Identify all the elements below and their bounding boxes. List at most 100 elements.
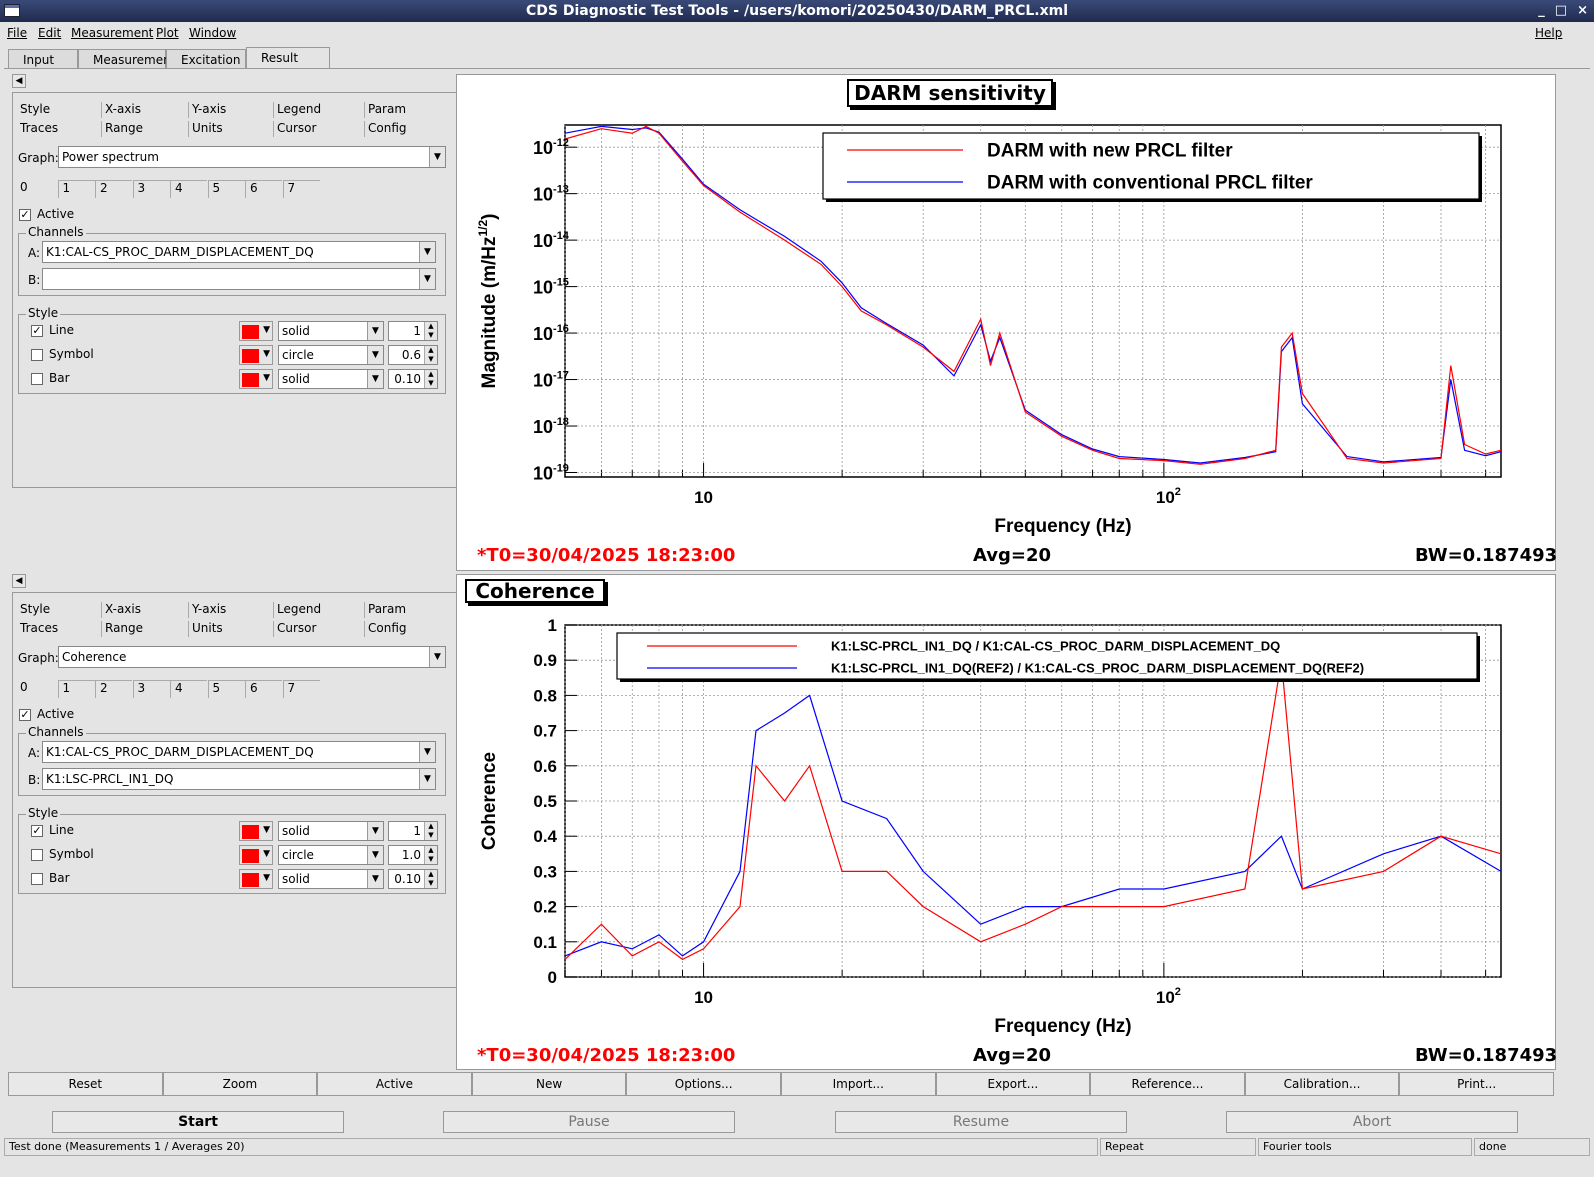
trace-tab-1[interactable]: 1 (57, 180, 95, 198)
graph-select[interactable]: Coherence ▼ (58, 646, 446, 668)
plot-pad-darm[interactable]: 10-12 10-13 10 -14 10-15 10-16 10-17 10-18 10-19… (456, 74, 1557, 571)
style-2-checkbox[interactable] (31, 373, 43, 385)
style-0-type-select[interactable]: solid ▼ (278, 321, 384, 341)
spinner-arrows-icon[interactable]: ▲ ▼ (424, 346, 437, 364)
spinner-arrows-icon[interactable]: ▲ ▼ (424, 322, 437, 340)
menu-window[interactable]: Window (189, 22, 236, 44)
export-button[interactable]: Export... (935, 1072, 1091, 1096)
chevron-down-icon[interactable]: ▼ (367, 846, 383, 864)
tab-measurement[interactable]: Measurement (78, 49, 175, 69)
menu-file[interactable]: File (7, 22, 27, 44)
color-swatch[interactable]: ▼ (239, 345, 273, 365)
subtab-0-0[interactable]: Style (20, 102, 50, 116)
trace-tab-2[interactable]: 2 (95, 180, 132, 198)
subtab-1-3[interactable]: Cursor (277, 121, 316, 135)
trace-tab-4[interactable]: 4 (170, 680, 207, 698)
chevron-down-icon[interactable]: ▼ (429, 647, 445, 667)
resume-button[interactable]: Resume (835, 1111, 1127, 1133)
color-swatch[interactable]: ▼ (239, 845, 273, 865)
tab-excitation[interactable]: Excitation (166, 49, 246, 69)
collapse-arrow-icon[interactable]: ◀ (12, 574, 26, 588)
style-2-size-spinner[interactable]: 0.10 ▲ ▼ (388, 369, 438, 389)
print-button[interactable]: Print... (1399, 1072, 1554, 1096)
style-1-type-select[interactable]: circle ▼ (278, 345, 384, 365)
trace-tab-3[interactable]: 3 (132, 680, 170, 698)
chevron-down-icon[interactable]: ▼ (367, 322, 383, 340)
menu-edit[interactable]: Edit (38, 22, 61, 44)
active-checkbox[interactable]: ✓ (19, 209, 31, 221)
spinner-arrows-icon[interactable]: ▲ ▼ (424, 370, 437, 388)
subtab-0-3[interactable]: Legend (277, 102, 321, 116)
style-1-size-spinner[interactable]: 1.0 ▲ ▼ (388, 845, 438, 865)
tab-input[interactable]: Input (8, 49, 78, 69)
style-0-type-select[interactable]: solid ▼ (278, 821, 384, 841)
style-1-size-spinner[interactable]: 0.6 ▲ ▼ (388, 345, 438, 365)
subtab-0-1[interactable]: X-axis (105, 102, 141, 116)
minimize-button[interactable]: _ (1538, 0, 1545, 22)
channel-a-select[interactable]: K1:CAL-CS_PROC_DARM_DISPLACEMENT_DQ ▼ (42, 741, 436, 763)
abort-button[interactable]: Abort (1226, 1111, 1518, 1133)
trace-tab-0[interactable]: 0 (20, 680, 28, 694)
import-button[interactable]: Import... (780, 1072, 936, 1096)
subtab-1-1[interactable]: Range (105, 121, 143, 135)
subtab-0-3[interactable]: Legend (277, 602, 321, 616)
graph-select[interactable]: Power spectrum ▼ (58, 146, 446, 168)
subtab-0-2[interactable]: Y-axis (192, 102, 226, 116)
close-button[interactable]: × (1577, 0, 1588, 22)
spinner-arrows-icon[interactable]: ▲ ▼ (424, 870, 437, 888)
subtab-0-2[interactable]: Y-axis (192, 602, 226, 616)
trace-tab-7[interactable]: 7 (282, 680, 320, 698)
channel-b-select[interactable]: ▼ (42, 268, 436, 290)
chevron-down-icon[interactable]: ▼ (419, 242, 435, 262)
trace-tab-2[interactable]: 2 (95, 680, 132, 698)
menu-plot[interactable]: Plot (156, 22, 179, 44)
channel-a-select[interactable]: K1:CAL-CS_PROC_DARM_DISPLACEMENT_DQ ▼ (42, 241, 436, 263)
style-0-checkbox[interactable]: ✓ (31, 825, 43, 837)
calibration-button[interactable]: Calibration... (1244, 1072, 1400, 1096)
trace-tab-1[interactable]: 1 (57, 680, 95, 698)
pause-button[interactable]: Pause (443, 1111, 735, 1133)
style-1-type-select[interactable]: circle ▼ (278, 845, 384, 865)
chevron-down-icon[interactable]: ▼ (367, 870, 383, 888)
spinner-arrows-icon[interactable]: ▲ ▼ (424, 822, 437, 840)
tab-result[interactable]: Result (246, 47, 330, 69)
trace-tab-6[interactable]: 6 (245, 180, 282, 198)
trace-tab-0[interactable]: 0 (20, 180, 28, 194)
start-button[interactable]: Start (52, 1111, 344, 1133)
reset-button[interactable]: Reset (8, 1072, 163, 1096)
subtab-1-2[interactable]: Units (192, 121, 223, 135)
style-2-type-select[interactable]: solid ▼ (278, 869, 384, 889)
trace-tab-5[interactable]: 5 (207, 180, 245, 198)
subtab-1-2[interactable]: Units (192, 621, 223, 635)
subtab-1-4[interactable]: Config (368, 121, 407, 135)
chevron-down-icon[interactable]: ▼ (419, 769, 435, 789)
subtab-0-4[interactable]: Param (368, 602, 406, 616)
style-1-checkbox[interactable] (31, 349, 43, 361)
collapse-arrow-icon[interactable]: ◀ (12, 74, 26, 88)
menu-measurement[interactable]: Measurement (71, 22, 153, 44)
trace-tab-7[interactable]: 7 (282, 180, 320, 198)
active-button[interactable]: Active (317, 1072, 472, 1096)
trace-tab-6[interactable]: 6 (245, 680, 282, 698)
chevron-down-icon[interactable]: ▼ (367, 346, 383, 364)
menu-help[interactable]: Help (1535, 22, 1562, 44)
color-swatch[interactable]: ▼ (239, 869, 273, 889)
maximize-button[interactable]: □ (1555, 0, 1567, 22)
reference-button[interactable]: Reference... (1090, 1072, 1245, 1096)
style-2-size-spinner[interactable]: 0.10 ▲ ▼ (388, 869, 438, 889)
color-swatch[interactable]: ▼ (239, 369, 273, 389)
plot-pad-coherence[interactable]: 1 0.9 0.8 0.7 0.6 0.5 0.4 0.3 0.2 0.1 0 10 102 Freque… (456, 574, 1557, 1070)
subtab-1-3[interactable]: Cursor (277, 621, 316, 635)
style-0-size-spinner[interactable]: 1 ▲ ▼ (388, 321, 438, 341)
subtab-0-1[interactable]: X-axis (105, 602, 141, 616)
active-checkbox[interactable]: ✓ (19, 709, 31, 721)
trace-tab-5[interactable]: 5 (207, 680, 245, 698)
chevron-down-icon[interactable]: ▼ (367, 370, 383, 388)
spinner-arrows-icon[interactable]: ▲ ▼ (424, 846, 437, 864)
color-swatch[interactable]: ▼ (239, 821, 273, 841)
style-2-checkbox[interactable] (31, 873, 43, 885)
new-button[interactable]: New (471, 1072, 627, 1096)
subtab-1-1[interactable]: Range (105, 621, 143, 635)
style-0-size-spinner[interactable]: 1 ▲ ▼ (388, 821, 438, 841)
subtab-1-4[interactable]: Config (368, 621, 407, 635)
